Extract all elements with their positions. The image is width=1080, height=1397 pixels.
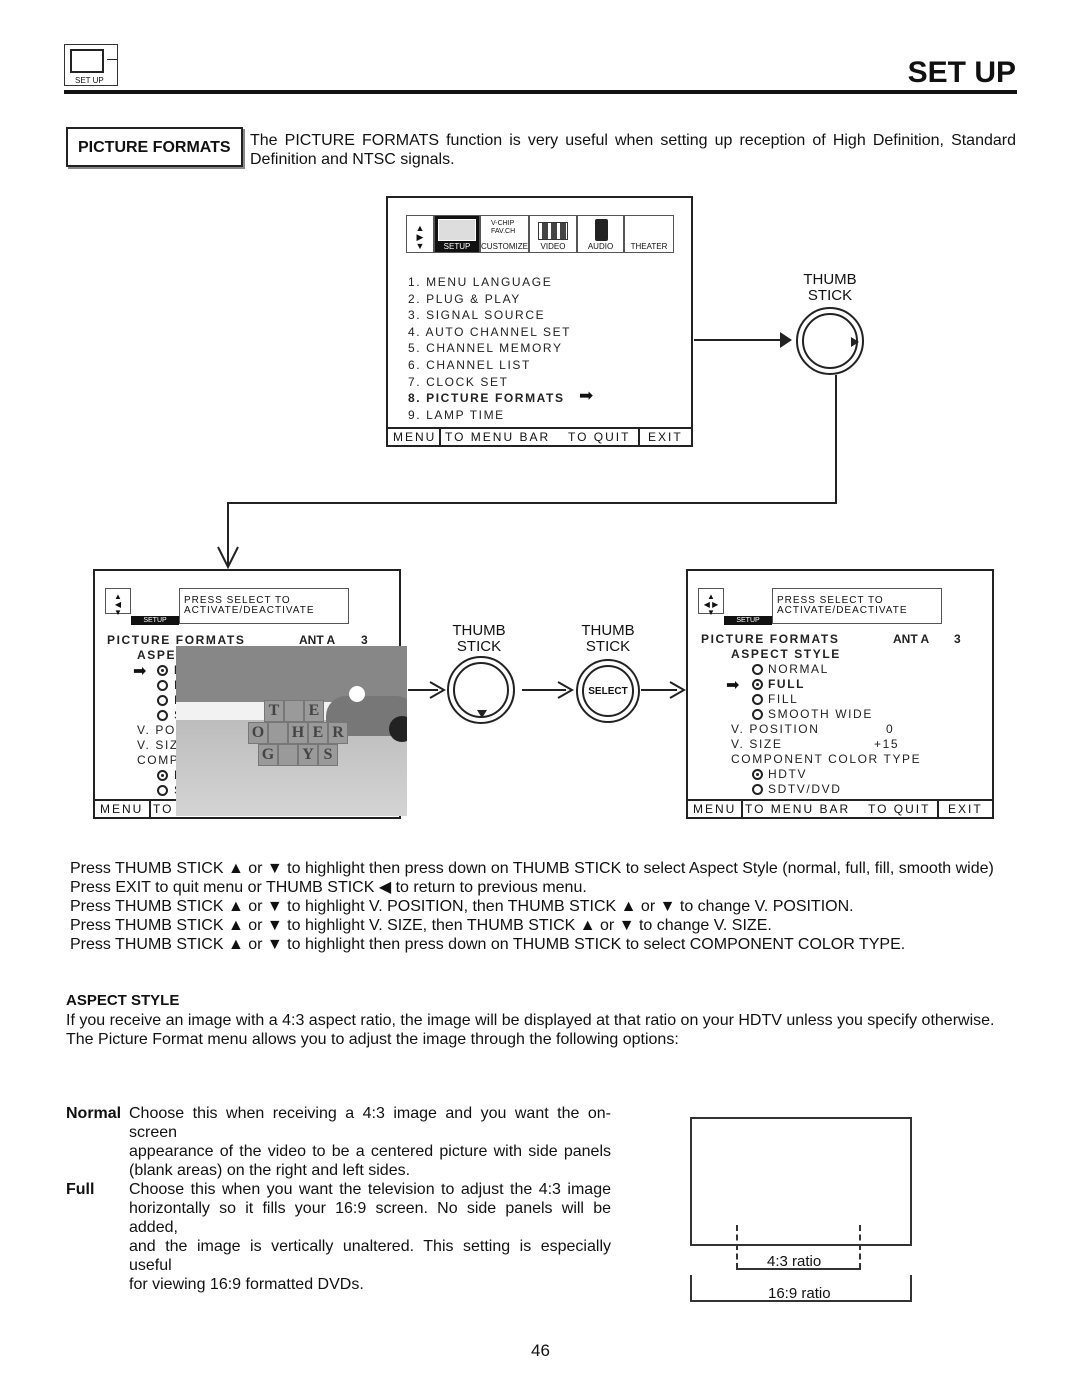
thumb-stick-select[interactable]: SELECT (576, 659, 640, 723)
thumb-stick-label-top: THUMB STICK (803, 271, 857, 304)
full-description: Choose this when you want the television… (129, 1181, 611, 1293)
radio-smooth-wide[interactable] (752, 709, 763, 720)
input-label: ANT A (893, 632, 930, 646)
radio-full[interactable] (752, 679, 763, 690)
menu-item-auto-channel[interactable]: 4. AUTO CHANNEL SET (408, 324, 571, 341)
radio-hdtv[interactable] (157, 770, 168, 781)
tab-video[interactable]: VIDEO (529, 215, 577, 253)
page-number: 46 (531, 1341, 550, 1360)
nav-arrows-icon: ▲ ▶ ▼ (406, 215, 434, 253)
video-bars-icon (538, 222, 568, 240)
thumb-stick-down[interactable] (447, 656, 515, 724)
setup-tab: SETUP (724, 616, 772, 625)
tab-customize[interactable]: V-CHIP FAV.CH CUSTOMIZE (480, 215, 529, 253)
intro-text: The PICTURE FORMATS function is very use… (250, 132, 1016, 168)
setup-icon-label: SET UP (75, 76, 104, 85)
normal-description: Choose this when receiving a 4:3 image a… (129, 1105, 611, 1179)
thumb-stick-label-mid2: THUMB STICK (581, 622, 635, 655)
setup-tab: SETUP (131, 616, 179, 625)
menu-bar: MENU TO MENU BAR TO QUIT EXIT (388, 427, 691, 445)
radio-sdtv[interactable] (157, 785, 168, 796)
header-rule (64, 90, 1017, 94)
v-position-label[interactable]: V. POSITION (731, 722, 820, 736)
aspect-text: If you receive an image with a 4:3 aspec… (66, 1012, 995, 1048)
menu-bar: MENU TO MENU BAR TO QUIT EXIT (688, 799, 992, 817)
speaker-icon (595, 219, 608, 241)
menu-item-lamp-time[interactable]: 9. LAMP TIME (408, 407, 571, 424)
tab-audio[interactable]: AUDIO (577, 215, 624, 253)
main-menu-list: 1. MENU LANGUAGE 2. PLUG & PLAY 3. SIGNA… (408, 274, 571, 423)
input-label: ANT A (299, 633, 336, 647)
menu-item-picture-formats[interactable]: 8. PICTURE FORMATS (408, 390, 571, 407)
instructions: Press THUMB STICK ▲ or ▼ to highlight th… (70, 860, 994, 953)
screen-16-9-diagram (690, 1117, 912, 1246)
section-label-box: PICTURE FORMATS (66, 127, 243, 167)
section-label: PICTURE FORMATS (78, 139, 231, 156)
ratio-4-3-label: 4:3 ratio (767, 1253, 822, 1270)
menu-item-language[interactable]: 1. MENU LANGUAGE (408, 274, 571, 291)
tab-setup[interactable]: SETUP (434, 215, 480, 253)
tab-theater[interactable]: THEATER (624, 215, 674, 253)
radio-smooth[interactable] (157, 710, 168, 721)
radio-sdtv-dvd[interactable] (752, 784, 763, 795)
channel-number: 3 (361, 633, 370, 647)
page-title: SET UP (907, 56, 1016, 89)
right-picture-formats-screen: ▲ ◀ ▶ ▼ SETUP PRESS SELECT TO ACTIVATE/DEAC… (686, 569, 994, 819)
ratio-16-9-label: 16:9 ratio (768, 1285, 831, 1302)
normal-term: Normal (66, 1105, 122, 1122)
nav-arrows-icon: ▲ ◀ ▼ (105, 588, 131, 617)
video-image: T E O H E R G Y S (176, 646, 407, 816)
message-box: PRESS SELECT TO ACTIVATE/DEACTIVATE (772, 588, 942, 624)
selected-arrow-icon: ➡ (579, 386, 594, 405)
radio-fill[interactable] (752, 694, 763, 705)
nav-arrows-icon: ▲ ◀ ▶ ▼ (698, 588, 724, 617)
aspect-style-heading: ASPECT STYLE (66, 992, 180, 1009)
message-box: PRESS SELECT TO ACTIVATE/DEACTIVATE (179, 588, 349, 624)
radio-normal[interactable] (157, 665, 168, 676)
menu-item-channel-memory[interactable]: 5. CHANNEL MEMORY (408, 340, 571, 357)
main-menu-screen: ▲ ▶ ▼ SETUP V-CHIP FAV.CH CUSTOMIZE VIDEO AU… (386, 196, 693, 447)
aspect-style-label: ASPECT STYLE (731, 647, 841, 661)
v-size-value: +15 (874, 737, 900, 751)
channel-number: 3 (954, 632, 963, 646)
menu-item-signal-source[interactable]: 3. SIGNAL SOURCE (408, 307, 571, 324)
screen-title: PICTURE FORMATS (701, 632, 840, 646)
v-position-value: 0 (886, 722, 895, 736)
menu-item-plug-play[interactable]: 2. PLUG & PLAY (408, 291, 571, 308)
thumb-stick-top[interactable] (796, 307, 864, 375)
connector-line (835, 375, 837, 503)
menu-item-clock-set[interactable]: 7. CLOCK SET (408, 374, 571, 391)
radio-fill[interactable] (157, 695, 168, 706)
screen-title: PICTURE FORMATS (107, 633, 246, 647)
radio-hdtv[interactable] (752, 769, 763, 780)
v-size-label[interactable]: V. SIZE (731, 737, 782, 751)
setup-icon: SET UP (64, 44, 118, 86)
menu-item-channel-list[interactable]: 6. CHANNEL LIST (408, 357, 571, 374)
thumb-stick-label-mid1: THUMB STICK (452, 622, 506, 655)
component-color-label: COMPONENT COLOR TYPE (731, 752, 922, 766)
radio-normal[interactable] (752, 664, 763, 675)
connector-arrow (694, 339, 784, 341)
radio-full[interactable] (157, 680, 168, 691)
full-term: Full (66, 1181, 95, 1198)
selected-arrow-icon: ➡ (133, 663, 147, 680)
down-arrow-icon (217, 546, 239, 569)
selected-arrow-icon: ➡ (726, 677, 740, 694)
